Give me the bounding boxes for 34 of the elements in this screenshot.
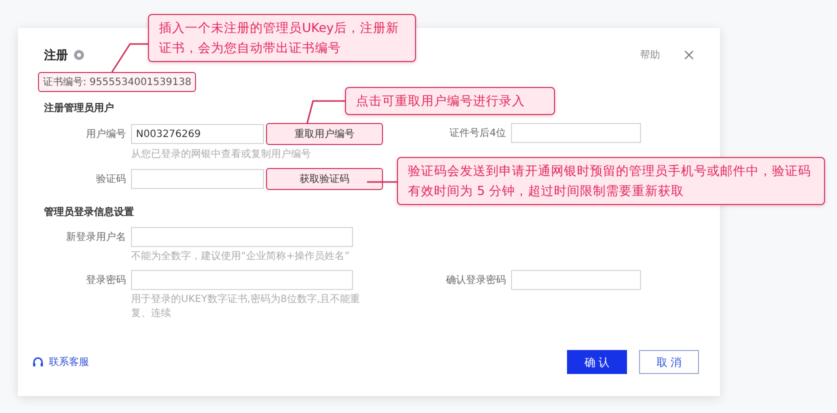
callout-note: 验证码会发送到申请开通网银时预留的管理员手机号或邮件中，验证码有效时间为 5 分钟，超过时间限制需要重新获取: [397, 157, 825, 205]
leader-line: [111, 43, 148, 72]
headset-icon: [32, 356, 44, 368]
input-field[interactable]: [131, 169, 264, 189]
input-field[interactable]: N003276269: [131, 124, 264, 144]
action-button[interactable]: 重取用户编号: [266, 123, 383, 145]
action-button[interactable]: 获取验证码: [266, 168, 383, 190]
field-hint: 用于登录的UKEY数字证书,密码为8位数字,且不能重复、连续: [131, 293, 361, 321]
help-icon[interactable]: [74, 50, 84, 60]
certificate-number: 证书编号: 9555534001539138: [38, 72, 196, 92]
confirm-button[interactable]: 确 认: [567, 350, 627, 374]
field-hint: 不能为全数字，建议使用“企业简称+操作员姓名”: [131, 250, 351, 264]
field-label: 用户编号: [85, 128, 127, 141]
section-title: 管理员登录信息设置: [44, 206, 134, 219]
field-label: 新登录用户名: [65, 230, 127, 244]
input-field[interactable]: [131, 270, 353, 290]
field-hint: 从您已登录的网银中查看或复制用户编号: [131, 148, 312, 162]
input-field[interactable]: [511, 270, 641, 290]
section-title: 注册管理员用户: [44, 101, 114, 115]
dialog-title: 注册: [44, 46, 68, 64]
input-field[interactable]: [511, 123, 641, 143]
contact-link[interactable]: 联系客服: [32, 355, 89, 369]
field-label: 确认登录密码: [445, 274, 507, 287]
leader-line: [367, 181, 397, 183]
close-icon[interactable]: [684, 50, 694, 60]
field-label: 登录密码: [85, 274, 127, 287]
callout-note: 点击可重取用户编号进行录入: [345, 87, 555, 115]
field-label: 证件号后4位: [448, 126, 507, 140]
help-link[interactable]: 帮助: [640, 48, 660, 62]
leader-line: [306, 100, 345, 124]
input-field[interactable]: [131, 227, 353, 247]
field-label: 验证码: [95, 173, 127, 186]
cancel-button[interactable]: 取 消: [639, 350, 699, 374]
callout-note: 插入一个未注册的管理员UKey后，注册新证书，会为您自动带出证书编号: [148, 14, 416, 62]
